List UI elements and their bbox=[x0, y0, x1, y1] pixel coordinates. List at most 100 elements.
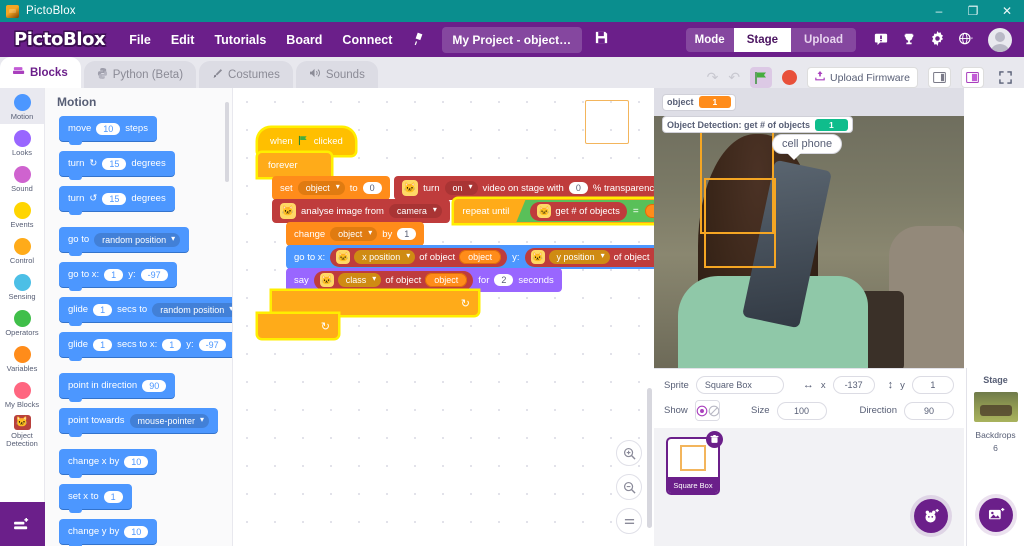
block-repeat-until[interactable]: repeat until 🐱 get # of objects = object bbox=[454, 199, 654, 223]
block-dropdown[interactable]: random position bbox=[94, 232, 181, 247]
category-sound[interactable]: Sound bbox=[0, 160, 44, 196]
block-say-for-seconds[interactable]: say 🐱 class of object object for 2 secon… bbox=[286, 268, 562, 292]
stage-selector-pane[interactable]: Stage Backdrops 6 bbox=[966, 368, 1024, 546]
block-input[interactable]: -97 bbox=[140, 268, 168, 281]
block-input[interactable]: 1 bbox=[93, 303, 113, 316]
y-value-input[interactable]: 1 bbox=[911, 376, 954, 394]
tab-sounds[interactable]: Sounds bbox=[295, 61, 378, 88]
block-change-variable[interactable]: change object by 1 bbox=[286, 222, 425, 246]
category-motion[interactable]: Motion bbox=[0, 88, 44, 124]
block-class-of-object[interactable]: 🐱 class of object object bbox=[313, 270, 474, 290]
mode-option-upload[interactable]: Upload bbox=[791, 28, 856, 52]
variable-reporter-object[interactable]: object bbox=[459, 250, 502, 264]
block-analyse-image[interactable]: 🐱 analyse image from camera bbox=[272, 199, 450, 223]
undo-icon[interactable]: ↶ bbox=[728, 69, 740, 86]
palette-block-glide-xy[interactable]: glide 1 secs to x: 1 y: -97 bbox=[59, 332, 232, 361]
zoom-out-button[interactable] bbox=[616, 474, 642, 500]
block-input[interactable]: 90 bbox=[142, 379, 167, 392]
add-backdrop-button[interactable] bbox=[979, 498, 1013, 532]
palette-block-move[interactable]: move 10 steps bbox=[59, 116, 157, 145]
upload-firmware-button[interactable]: Upload Firmware bbox=[807, 67, 918, 88]
zoom-reset-button[interactable] bbox=[616, 508, 642, 534]
tab-blocks[interactable]: Blocks bbox=[0, 57, 81, 88]
block-input[interactable]: -97 bbox=[198, 338, 226, 351]
layout-large-button[interactable] bbox=[961, 67, 984, 88]
palette-block-go-to-xy[interactable]: go to x: 1 y: -97 bbox=[59, 262, 177, 291]
mode-toggle[interactable]: Mode Stage Upload bbox=[685, 27, 856, 52]
block-input[interactable]: 1 bbox=[104, 268, 124, 281]
category-object-detection[interactable]: 🐱 Object Detection bbox=[0, 412, 44, 448]
block-dropdown-state[interactable]: on bbox=[444, 181, 478, 195]
block-dropdown-variable[interactable]: object bbox=[297, 181, 345, 195]
variable-reporter-object[interactable]: object bbox=[645, 204, 654, 218]
block-input[interactable]: 1 bbox=[93, 338, 113, 351]
block-dropdown[interactable]: mouse-pointer bbox=[129, 413, 210, 428]
block-palette[interactable]: Motion move 10 steps turn ↻ 15 degrees t… bbox=[45, 88, 233, 546]
user-avatar[interactable] bbox=[988, 27, 1012, 52]
category-control[interactable]: Control bbox=[0, 232, 44, 268]
block-dropdown-x-position[interactable]: x position bbox=[354, 250, 416, 264]
category-looks[interactable]: Looks bbox=[0, 124, 44, 160]
show-toggle[interactable] bbox=[694, 400, 721, 421]
block-input[interactable]: 0 bbox=[568, 182, 588, 194]
variable-reporter-object[interactable]: object bbox=[425, 273, 468, 287]
fullscreen-button[interactable] bbox=[994, 67, 1017, 88]
backdrop-thumbnail[interactable] bbox=[973, 392, 1018, 422]
palette-block-change-y[interactable]: change y by 10 bbox=[59, 519, 158, 546]
size-input[interactable]: 100 bbox=[776, 401, 827, 420]
menu-tutorials[interactable]: Tutorials bbox=[204, 27, 276, 53]
block-input[interactable]: 10 bbox=[124, 525, 149, 538]
eye-visible-icon[interactable] bbox=[695, 401, 708, 420]
block-y-position-of-object[interactable]: 🐱 y position of object object bbox=[524, 247, 654, 267]
block-dropdown-variable[interactable]: object bbox=[330, 227, 378, 241]
block-dropdown-source[interactable]: camera bbox=[388, 204, 442, 218]
palette-block-point-direction[interactable]: point in direction 90 bbox=[59, 373, 176, 402]
block-input[interactable]: 0 bbox=[362, 182, 382, 194]
block-equals-operator[interactable]: 🐱 get # of objects = object bbox=[516, 200, 654, 222]
direction-input[interactable]: 90 bbox=[904, 401, 954, 420]
block-input[interactable]: 2 bbox=[494, 274, 514, 286]
stop-button[interactable] bbox=[782, 70, 798, 85]
monitor-object[interactable]: object 1 bbox=[662, 93, 737, 111]
connect-plug-icon[interactable] bbox=[409, 29, 429, 50]
project-name-field[interactable]: My Project - object detec... bbox=[442, 26, 583, 53]
category-events[interactable]: Events bbox=[0, 196, 44, 232]
block-input[interactable]: 15 bbox=[102, 157, 127, 170]
block-when-flag-clicked[interactable]: when clicked bbox=[258, 128, 355, 155]
add-sprite-button[interactable] bbox=[914, 499, 948, 533]
block-dropdown[interactable]: random position bbox=[152, 302, 232, 317]
category-my-blocks[interactable]: My Blocks bbox=[0, 376, 44, 412]
block-dropdown-y-position[interactable]: y position bbox=[548, 250, 610, 264]
sprite-name-input[interactable]: Square Box bbox=[695, 376, 784, 394]
feedback-icon[interactable] bbox=[874, 32, 888, 48]
green-flag-button[interactable] bbox=[750, 67, 773, 88]
x-value-input[interactable]: -137 bbox=[832, 376, 875, 394]
save-disk-icon[interactable] bbox=[594, 30, 609, 49]
close-button[interactable]: ✕ bbox=[990, 0, 1024, 22]
palette-block-set-x[interactable]: set x to 1 bbox=[59, 484, 132, 513]
block-repeat-until-foot[interactable]: ↻ bbox=[272, 291, 478, 315]
block-input[interactable]: 1 bbox=[397, 228, 417, 240]
block-set-variable[interactable]: set object to 0 bbox=[272, 176, 390, 200]
script-stack[interactable]: when clicked forever set object to bbox=[258, 128, 654, 338]
minimize-button[interactable]: – bbox=[922, 0, 956, 22]
tab-costumes[interactable]: Costumes bbox=[199, 61, 293, 88]
palette-block-turn-left[interactable]: turn ↺ 15 degrees bbox=[59, 186, 175, 215]
category-variables[interactable]: Variables bbox=[0, 340, 44, 376]
menu-file[interactable]: File bbox=[119, 27, 161, 53]
category-sensing[interactable]: Sensing bbox=[0, 268, 44, 304]
block-input[interactable]: 10 bbox=[96, 122, 121, 135]
script-workspace[interactable]: when clicked forever set object to bbox=[233, 88, 654, 546]
block-input[interactable]: 15 bbox=[102, 192, 127, 205]
menu-edit[interactable]: Edit bbox=[161, 27, 205, 53]
redo-icon[interactable]: ↷ bbox=[707, 69, 719, 86]
add-extension-button[interactable] bbox=[0, 502, 45, 546]
block-forever[interactable]: forever bbox=[258, 153, 331, 177]
menu-board[interactable]: Board bbox=[276, 27, 332, 53]
palette-block-turn-right[interactable]: turn ↻ 15 degrees bbox=[59, 151, 175, 180]
sprite-list[interactable]: Square Box bbox=[654, 429, 964, 546]
workspace-scrollbar[interactable] bbox=[647, 388, 652, 528]
menu-connect[interactable]: Connect bbox=[332, 27, 402, 53]
zoom-in-button[interactable] bbox=[616, 440, 642, 466]
block-x-position-of-object[interactable]: 🐱 x position of object object bbox=[330, 247, 508, 267]
